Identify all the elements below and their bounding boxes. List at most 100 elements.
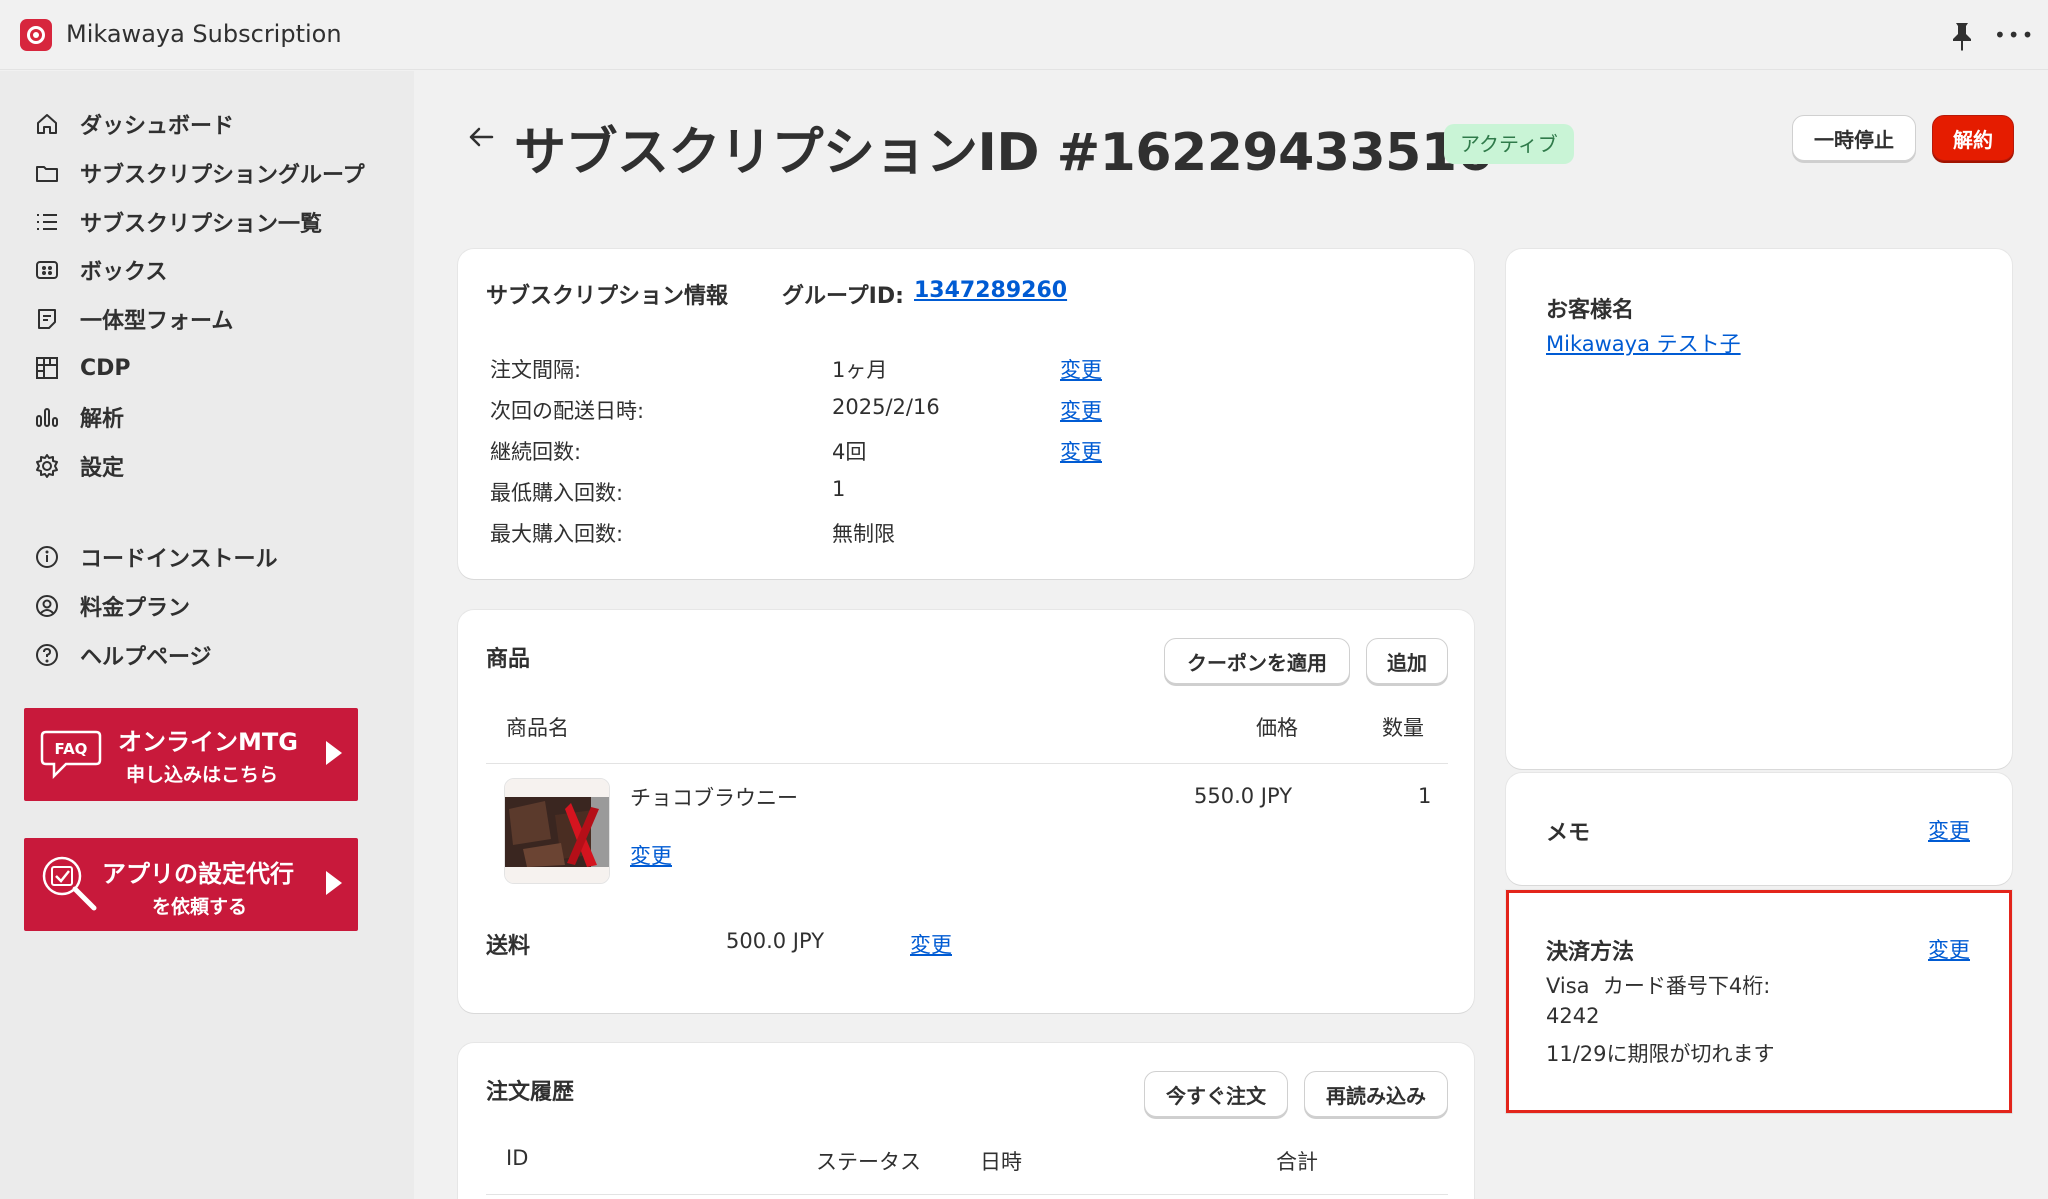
group-id-label: グループID: — [782, 284, 904, 309]
more-options-icon[interactable]: ••• — [1994, 25, 2035, 45]
status-badge: アクティブ — [1444, 124, 1574, 164]
magnifier-check-icon — [42, 856, 97, 911]
next-delivery-label: 次回の配送日時: — [490, 399, 645, 423]
pause-button[interactable]: 一時停止 — [1792, 115, 1916, 161]
max-purchase-label: 最大購入回数: — [490, 522, 624, 546]
order-history-heading: 注文履歴 — [486, 1080, 575, 1105]
renewal-count-value: 4回 — [832, 440, 867, 464]
home-icon — [34, 111, 60, 137]
memo-change-link[interactable]: 変更 — [1928, 815, 1970, 845]
online-mtg-banner[interactable]: FAQ オンラインMTG 申し込みはこちら — [24, 708, 358, 801]
box-icon — [34, 257, 60, 283]
grid-icon — [34, 355, 60, 381]
sidebar-item-subscription-list[interactable]: サブスクリプション一覧 — [34, 205, 322, 239]
sidebar-item-label: コードインストール — [80, 547, 278, 572]
product-price: 550.0 JPY — [1194, 784, 1293, 808]
order-now-button[interactable]: 今すぐ注文 — [1144, 1071, 1288, 1117]
top-bar: Mikawaya Subscription ••• — [0, 0, 2048, 70]
cancel-subscription-button[interactable]: 解約 — [1932, 115, 2014, 161]
app-logo-icon — [20, 19, 52, 51]
sidebar — [0, 71, 414, 1199]
payment-heading: 決済方法 — [1546, 940, 1635, 965]
faq-badge-text: FAQ — [55, 740, 88, 758]
next-delivery-value: 2025/2/16 — [832, 395, 940, 419]
sidebar-item-integrated-form[interactable]: 一体型フォーム — [34, 302, 233, 336]
promo-subtitle: 申し込みはこちら — [126, 764, 279, 786]
shipping-label: 送料 — [486, 934, 531, 959]
max-purchase-value: 無制限 — [832, 522, 895, 546]
product-name: チョコブラウニー — [630, 786, 798, 810]
back-arrow-icon[interactable] — [466, 122, 496, 152]
sidebar-item-label: サブスクリプション一覧 — [80, 212, 323, 237]
col-product-name: 商品名 — [506, 716, 569, 740]
apply-coupon-button[interactable]: クーポンを適用 — [1164, 638, 1350, 684]
payment-card-expiry: 11/29に期限が切れます — [1546, 1042, 1775, 1066]
interval-change-link[interactable]: 変更 — [1060, 354, 1102, 384]
interval-value: 1ヶ月 — [832, 358, 888, 382]
renewal-count-change-link[interactable]: 変更 — [1060, 436, 1102, 466]
app-title: Mikawaya Subscription — [66, 20, 342, 48]
shipping-value: 500.0 JPY — [726, 929, 825, 953]
products-header-divider — [486, 763, 1448, 764]
col-price: 価格 — [1256, 716, 1298, 740]
sidebar-item-settings[interactable]: 設定 — [34, 449, 124, 483]
add-product-button[interactable]: 追加 — [1366, 638, 1448, 684]
analytics-icon — [34, 404, 60, 430]
next-delivery-change-link[interactable]: 変更 — [1060, 395, 1102, 425]
promo-title: アプリの設定代行 — [102, 860, 294, 888]
col-date: 日時 — [980, 1150, 1022, 1174]
sidebar-item-box[interactable]: ボックス — [34, 253, 167, 287]
form-icon — [34, 306, 60, 332]
sidebar-item-pricing-plan[interactable]: 料金プラン — [34, 589, 190, 623]
product-quantity: 1 — [1418, 784, 1432, 808]
payment-card-info: Visa カード番号下4桁: — [1546, 974, 1771, 998]
faq-chat-icon: FAQ — [40, 730, 102, 780]
pin-icon[interactable] — [1948, 20, 1976, 52]
setup-service-banner[interactable]: アプリの設定代行 を依頼する — [24, 838, 358, 931]
group-id-link[interactable]: 1347289260 — [914, 278, 1067, 303]
col-total: 合計 — [1276, 1150, 1318, 1174]
promo-title: オンラインMTG — [118, 728, 298, 756]
history-header-divider — [486, 1194, 1448, 1195]
product-change-link[interactable]: 変更 — [630, 840, 672, 870]
sidebar-item-subscription-groups[interactable]: サブスクリプショングループ — [34, 156, 365, 190]
sidebar-item-label: 一体型フォーム — [80, 309, 234, 334]
subscription-info-heading: サブスクリプション情報 — [486, 284, 729, 309]
memo-heading: メモ — [1546, 821, 1591, 846]
list-icon — [34, 209, 60, 235]
info-icon — [34, 544, 60, 570]
play-arrow-icon — [326, 871, 342, 895]
order-history-card — [458, 1043, 1474, 1199]
col-id: ID — [506, 1146, 529, 1170]
product-thumbnail — [504, 778, 610, 884]
sidebar-item-label: サブスクリプショングループ — [80, 163, 365, 188]
gear-icon — [34, 453, 60, 479]
sidebar-item-label: 料金プラン — [80, 596, 191, 621]
sidebar-item-label: CDP — [80, 355, 131, 381]
payment-card-last4: 4242 — [1546, 1004, 1600, 1028]
sidebar-item-label: 解析 — [80, 407, 125, 432]
payment-highlight-box — [1506, 890, 2012, 1113]
sidebar-item-help-page[interactable]: ヘルプページ — [34, 638, 212, 672]
sidebar-item-label: ダッシュボード — [80, 114, 235, 139]
min-purchase-value: 1 — [832, 477, 846, 501]
reload-button[interactable]: 再読み込み — [1304, 1071, 1448, 1117]
sidebar-item-label: ヘルプページ — [80, 645, 212, 670]
play-arrow-icon — [326, 741, 342, 765]
sidebar-item-code-install[interactable]: コードインストール — [34, 540, 278, 574]
products-heading: 商品 — [486, 647, 531, 672]
customer-card — [1506, 249, 2012, 769]
customer-name-link[interactable]: Mikawaya テスト子 — [1546, 328, 1741, 358]
user-circle-icon — [34, 593, 60, 619]
sidebar-item-label: 設定 — [80, 456, 125, 481]
sidebar-item-cdp[interactable]: CDP — [34, 351, 131, 385]
shipping-change-link[interactable]: 変更 — [910, 929, 952, 959]
customer-heading: お客様名 — [1546, 298, 1635, 323]
promo-subtitle: を依頼する — [152, 896, 248, 918]
sidebar-item-dashboard[interactable]: ダッシュボード — [34, 107, 234, 141]
col-status: ステータス — [816, 1150, 921, 1174]
payment-change-link[interactable]: 変更 — [1928, 934, 1970, 964]
col-quantity: 数量 — [1382, 716, 1424, 740]
sidebar-item-analytics[interactable]: 解析 — [34, 400, 124, 434]
renewal-count-label: 継続回数: — [490, 440, 582, 464]
